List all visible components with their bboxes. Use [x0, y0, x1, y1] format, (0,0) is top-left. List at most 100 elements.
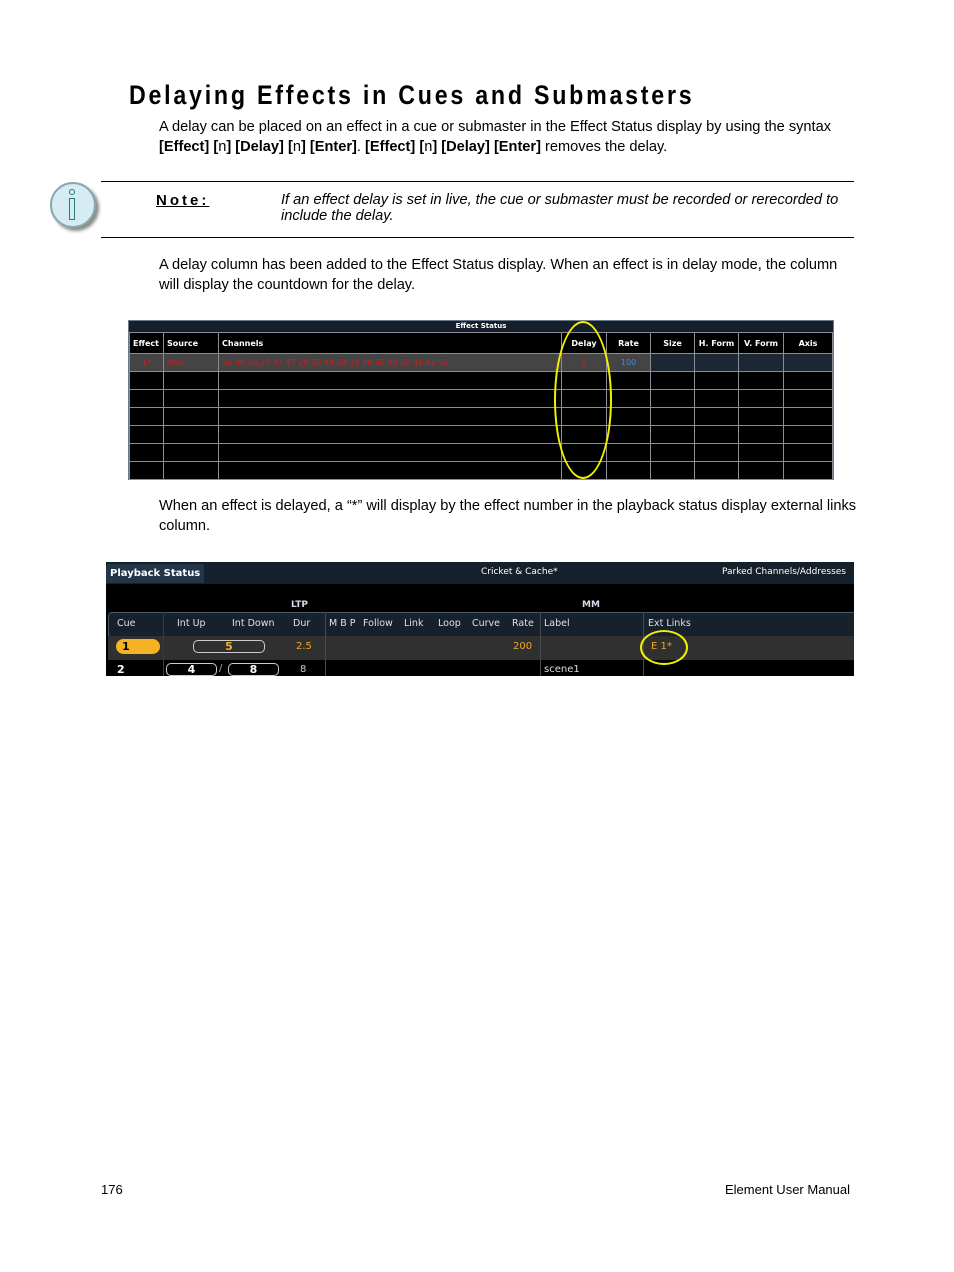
empty-cell	[694, 389, 739, 408]
table-row[interactable]	[129, 443, 833, 462]
col-dur: Dur	[293, 618, 311, 629]
tab-parked-channels[interactable]: Parked Channels/Addresses	[722, 567, 846, 577]
empty-cell	[650, 425, 695, 444]
intro-run: [Effect] [	[365, 139, 425, 155]
effect-source: Man	[163, 353, 219, 372]
page-number: 176	[101, 1182, 123, 1197]
group-ltp: LTP	[291, 600, 308, 610]
effect-status-display: Effect Status Effect Source Channels Del…	[128, 320, 834, 480]
column-divider	[540, 612, 541, 676]
empty-cell	[606, 407, 651, 426]
label-value: scene1	[544, 664, 580, 675]
effect-h-form	[694, 353, 739, 372]
empty-cell	[650, 407, 695, 426]
col-mbp: M B P	[329, 618, 356, 629]
intro-run: ] [Enter]	[300, 139, 357, 155]
col-axis: Axis	[783, 332, 833, 354]
empty-cell	[163, 443, 219, 462]
empty-cell	[694, 425, 739, 444]
intro-run: ] [Delay] [	[226, 139, 293, 155]
column-divider	[325, 612, 326, 676]
empty-cell	[218, 461, 562, 480]
empty-cell	[783, 407, 833, 426]
empty-cell	[650, 461, 695, 480]
dur-value: 2.5	[296, 641, 312, 652]
cue-1-badge[interactable]: 1	[116, 639, 160, 654]
effect-status-title: Effect Status	[129, 321, 833, 332]
col-h-form: H. Form	[694, 332, 739, 354]
table-row[interactable]	[129, 461, 833, 480]
empty-cell	[129, 389, 164, 408]
delay-column-paragraph: A delay column has been added to the Eff…	[159, 257, 838, 293]
empty-cell	[738, 407, 784, 426]
empty-cell	[783, 425, 833, 444]
col-int-down: Int Down	[232, 618, 275, 629]
empty-cell	[606, 371, 651, 390]
empty-cell	[218, 407, 562, 426]
empty-cell	[783, 443, 833, 462]
empty-cell	[694, 461, 739, 480]
rate-value: 200	[513, 641, 533, 652]
intro-run: n	[292, 139, 301, 155]
col-v-form: V. Form	[738, 332, 784, 354]
col-rate: Rate	[512, 618, 534, 629]
col-loop: Loop	[438, 618, 461, 629]
col-link: Link	[404, 618, 424, 629]
empty-cell	[129, 425, 164, 444]
intro-run: removes the delay.	[540, 139, 668, 155]
table-row[interactable]	[129, 425, 833, 444]
empty-cell	[694, 407, 739, 426]
table-row[interactable]: 1* Man 26 36 46 27 37 47 28 38 48 29 39 …	[129, 353, 833, 372]
manual-title: Element User Manual	[725, 1182, 850, 1197]
effect-size	[650, 353, 695, 372]
empty-cell	[606, 443, 651, 462]
note-bottom-rule	[101, 237, 854, 238]
intro-run: .	[356, 139, 365, 155]
col-rate: Rate	[606, 332, 651, 354]
col-size: Size	[650, 332, 695, 354]
empty-cell	[783, 389, 833, 408]
col-label: Label	[544, 618, 570, 629]
table-row[interactable]	[129, 371, 833, 390]
empty-cell	[129, 461, 164, 480]
intro-run: A delay can be placed on an effect in a …	[159, 119, 831, 135]
table-row[interactable]	[129, 389, 833, 408]
empty-cell	[606, 389, 651, 408]
int-single-value: 5	[193, 640, 265, 653]
delay-column-highlight	[554, 321, 612, 479]
col-source: Source	[163, 332, 219, 354]
effect-status-header-row: Effect Source Channels Delay Rate Size H…	[129, 332, 833, 354]
empty-cell	[738, 443, 784, 462]
empty-cell	[163, 371, 219, 390]
effect-channels: 26 36 46 27 37 47 28 38 48 29 39 49 30 4…	[218, 353, 562, 372]
empty-cell	[218, 443, 562, 462]
dur-value: 8	[300, 664, 307, 675]
empty-cell	[694, 371, 739, 390]
col-follow: Follow	[363, 618, 393, 629]
note-label: Note:	[156, 192, 210, 209]
empty-cell	[129, 407, 164, 426]
tab-playback-status[interactable]: Playback Status	[106, 564, 205, 583]
ext-links-highlight	[640, 630, 688, 665]
show-name: Cricket & Cache*	[481, 567, 558, 577]
empty-cell	[783, 371, 833, 390]
cue-2-number[interactable]: 2	[117, 663, 125, 676]
empty-cell	[163, 389, 219, 408]
effect-v-form	[738, 353, 784, 372]
empty-cell	[218, 371, 562, 390]
empty-cell	[738, 389, 784, 408]
table-row[interactable]	[129, 407, 833, 426]
empty-cell	[163, 461, 219, 480]
empty-cell	[738, 371, 784, 390]
col-ext-links: Ext Links	[648, 618, 691, 629]
empty-cell	[218, 389, 562, 408]
playback-status-display: Playback Status Cricket & Cache* Parked …	[106, 562, 854, 676]
empty-cell	[129, 371, 164, 390]
intro-paragraph: A delay can be placed on an effect in a …	[159, 117, 859, 157]
effect-axis	[783, 353, 833, 372]
col-int-up: Int Up	[177, 618, 206, 629]
empty-cell	[218, 425, 562, 444]
col-curve: Curve	[472, 618, 501, 629]
group-mm: MM	[582, 600, 600, 610]
effect-status-table: Effect Source Channels Delay Rate Size H…	[129, 332, 833, 480]
